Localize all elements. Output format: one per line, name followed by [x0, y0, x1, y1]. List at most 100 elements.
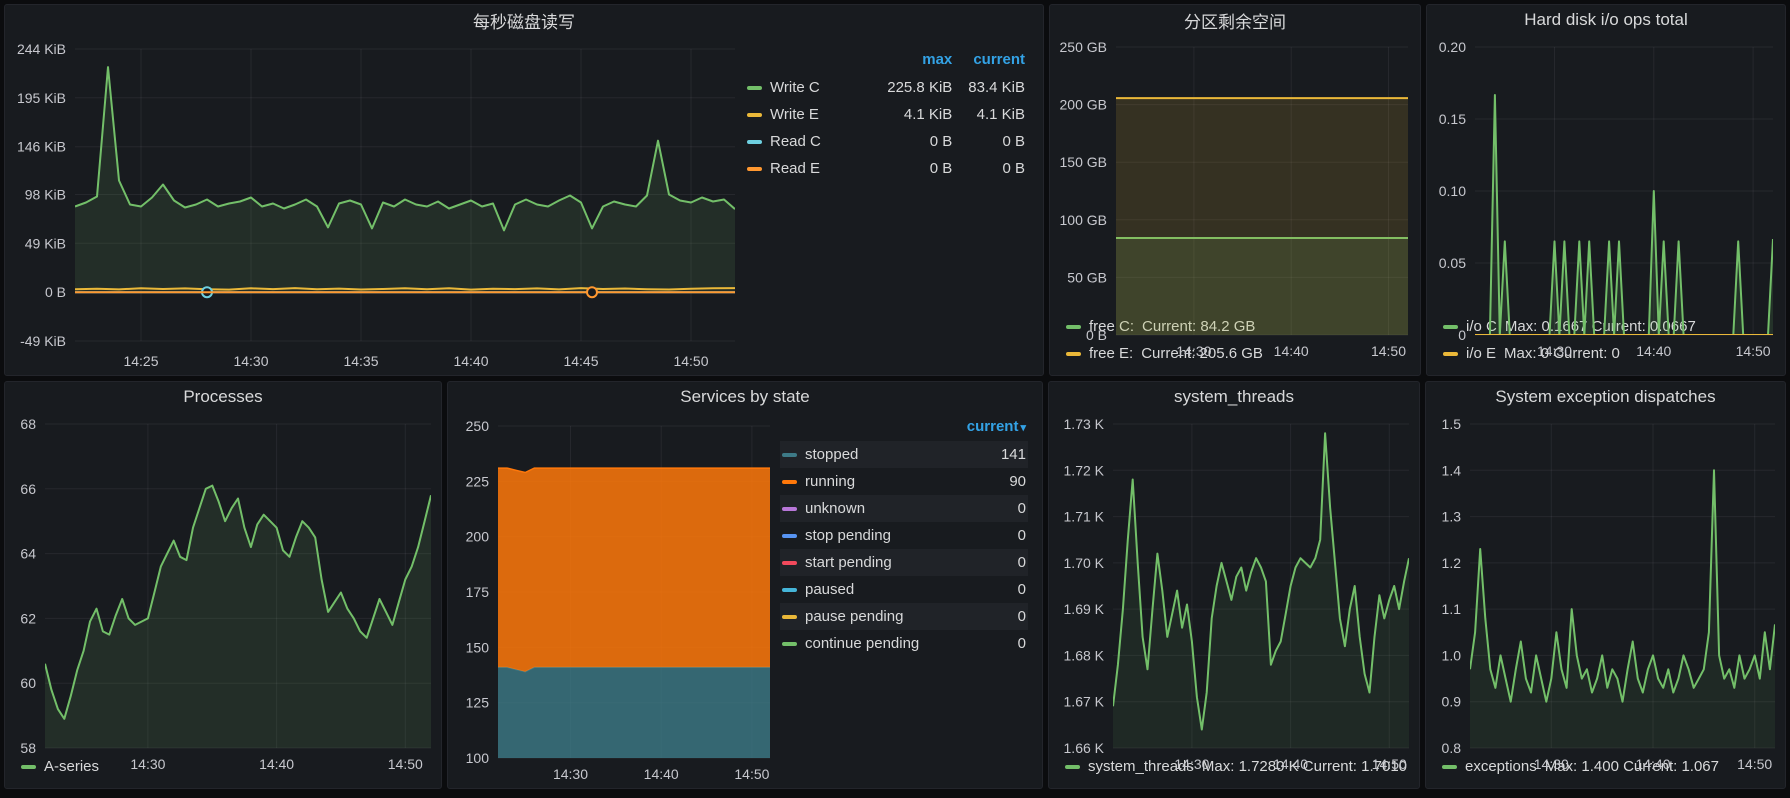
legend-value: 0 B [873, 155, 954, 182]
legend-column-max[interactable]: max [873, 49, 954, 74]
chart-svg: 58606264666814:3014:4014:50 [5, 412, 441, 778]
processes-chart[interactable]: 58606264666814:3014:4014:50 [5, 412, 441, 751]
panel-header-processes[interactable]: Processes [5, 382, 441, 412]
x-tick-label: 14:30 [1176, 343, 1211, 359]
free-space-chart[interactable]: 0 B50 GB100 GB150 GB200 GB250 GB14:3014:… [1050, 35, 1420, 311]
legend-series-column-header [780, 416, 953, 441]
panel-exception-dispatches: System exception dispatches 0.80.91.01.1… [1425, 381, 1786, 789]
legend-column-current[interactable]: current▾ [953, 416, 1028, 441]
y-tick-label: 1.0 [1442, 647, 1462, 663]
services-legend: current▾stopped141running90unknown0stop … [778, 412, 1042, 788]
y-tick-label: 250 [466, 418, 490, 434]
y-tick-label: 100 GB [1060, 212, 1107, 228]
x-tick-label: 14:50 [1372, 756, 1407, 772]
panel-header-io-ops[interactable]: Hard disk i/o ops total [1427, 5, 1785, 35]
y-tick-label: 68 [20, 416, 36, 432]
legend-value: 4.1 KiB [954, 101, 1027, 128]
y-tick-label: 0 [1458, 327, 1466, 343]
legend-value: 83.4 KiB [954, 74, 1027, 101]
series-color-swatch [782, 588, 797, 592]
y-tick-label: 250 GB [1060, 39, 1107, 55]
y-tick-label: 225 [466, 473, 490, 489]
series-name: paused [805, 581, 854, 598]
legend-row[interactable]: continue pending0 [780, 630, 1028, 657]
legend-row[interactable]: stop pending 0 [780, 522, 1028, 549]
y-tick-label: 125 [466, 695, 490, 711]
io-ops-chart[interactable]: 00.050.100.150.2014:3014:4014:50 [1427, 35, 1785, 311]
x-tick-label: 14:50 [388, 756, 423, 772]
series-color-swatch [747, 140, 762, 144]
legend-row[interactable]: Read E0 B0 B [745, 155, 1027, 182]
legend-value: 0 [953, 603, 1028, 630]
legend-row[interactable]: unknown0 [780, 495, 1028, 522]
panel-header-free-space[interactable]: 分区剩余空间 [1050, 5, 1420, 35]
legend-row[interactable]: paused 0 [780, 576, 1028, 603]
x-tick-label: 14:35 [343, 353, 378, 369]
series-color-swatch [747, 86, 762, 90]
panel-header-disk-rw[interactable]: 每秒磁盘读写 [5, 5, 1043, 35]
x-tick-label: 14:40 [644, 766, 679, 782]
disk-rw-chart[interactable]: -49 KiB0 B49 KiB98 KiB146 KiB195 KiB244 … [5, 35, 743, 375]
legend-value: 141 [953, 441, 1028, 468]
y-tick-label: 1.5 [1442, 416, 1462, 432]
panel-hard-disk-io-ops: Hard disk i/o ops total 00.050.100.150.2… [1426, 4, 1786, 376]
legend-value: 4.1 KiB [873, 101, 954, 128]
y-tick-label: 1.68 K [1064, 647, 1105, 663]
chart-svg: -49 KiB0 B49 KiB98 KiB146 KiB195 KiB244 … [5, 35, 743, 375]
legend-row[interactable]: stopped141 [780, 441, 1028, 468]
x-tick-label: 14:30 [1537, 343, 1572, 359]
legend-value: 0 [953, 522, 1028, 549]
y-tick-label: 62 [20, 610, 36, 626]
series-name: Write E [770, 106, 819, 123]
legend-row[interactable]: pause pending0 [780, 603, 1028, 630]
legend-row[interactable]: Write C225.8 KiB83.4 KiB [745, 74, 1027, 101]
y-tick-label: 1.2 [1442, 555, 1462, 571]
series-color-swatch [747, 113, 762, 117]
legend-row[interactable]: Read C0 B0 B [745, 128, 1027, 155]
y-tick-label: 66 [20, 481, 36, 497]
y-tick-label: 175 [466, 584, 490, 600]
series-color-swatch [782, 615, 797, 619]
legend-row[interactable]: running90 [780, 468, 1028, 495]
x-tick-label: 14:30 [233, 353, 268, 369]
system-threads-chart[interactable]: 1.66 K1.67 K1.68 K1.69 K1.70 K1.71 K1.72… [1049, 412, 1419, 751]
legend-column-current[interactable]: current [954, 49, 1027, 74]
chart-svg: 10012515017520022525014:3014:4014:50 [448, 412, 778, 788]
y-tick-label: 1.4 [1442, 462, 1462, 478]
panel-header-services[interactable]: Services by state [448, 382, 1042, 412]
y-tick-label: 1.73 K [1064, 416, 1105, 432]
legend-row[interactable]: start pending0 [780, 549, 1028, 576]
panel-title: Hard disk i/o ops total [1524, 10, 1687, 30]
services-chart[interactable]: 10012515017520022525014:3014:4014:50 [448, 412, 778, 788]
series-name: stop pending [805, 527, 891, 544]
y-tick-label: 50 GB [1067, 269, 1107, 285]
x-tick-label: 14:50 [1736, 343, 1771, 359]
panel-header-system-threads[interactable]: system_threads [1049, 382, 1419, 412]
panel-title: 分区剩余空间 [1184, 8, 1286, 33]
series-name: continue pending [805, 635, 919, 652]
exceptions-chart[interactable]: 0.80.91.01.11.21.31.41.514:3014:4014:50 [1426, 412, 1785, 751]
x-tick-label: 14:40 [453, 353, 488, 369]
x-tick-label: 14:40 [259, 756, 294, 772]
grafana-dashboard: 每秒磁盘读写 -49 KiB0 B49 KiB98 KiB146 KiB195 … [0, 0, 1790, 798]
legend-row[interactable]: Write E 4.1 KiB4.1 KiB [745, 101, 1027, 128]
x-tick-label: 14:30 [553, 766, 588, 782]
x-tick-label: 14:50 [673, 353, 708, 369]
x-tick-label: 14:25 [123, 353, 158, 369]
legend-value: 0 [953, 576, 1028, 603]
y-tick-label: 0.8 [1442, 740, 1462, 756]
panel-title: System exception dispatches [1495, 387, 1715, 407]
legend-value: 225.8 KiB [873, 74, 954, 101]
legend-value: 90 [953, 468, 1028, 495]
legend-value: 0 B [954, 155, 1027, 182]
y-tick-label: 58 [20, 740, 36, 756]
series-name: Read C [770, 133, 821, 150]
x-tick-label: 14:40 [1274, 343, 1309, 359]
x-tick-label: 14:40 [1273, 756, 1308, 772]
y-tick-label: 0 B [1086, 327, 1107, 343]
y-tick-label: 0.15 [1439, 111, 1466, 127]
panel-header-exceptions[interactable]: System exception dispatches [1426, 382, 1785, 412]
y-tick-label: 64 [20, 546, 36, 562]
y-tick-label: 200 [466, 529, 490, 545]
panel-system-threads: system_threads 1.66 K1.67 K1.68 K1.69 K1… [1048, 381, 1420, 789]
